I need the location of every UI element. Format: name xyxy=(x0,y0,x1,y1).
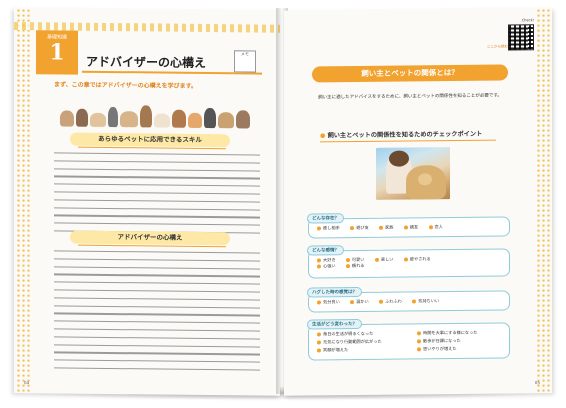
body-text-skills xyxy=(54,152,260,240)
check-box-label: 生活がどう変わった？ xyxy=(307,318,362,330)
checklist-title: ● 飼い主とペットの関係性を知るためのチェックポイント xyxy=(320,129,482,140)
right-page: Check! ここから読む 飼い主とペットの関係とは？ 飼い主に適したアドバイス… xyxy=(284,8,552,396)
check-box-label: ハグした時の感覚は？ xyxy=(307,286,362,298)
check-box-existence: どんな存在？ 癒し相手 遊び友 家族 親友 恋人 xyxy=(307,213,510,239)
animal-2-icon xyxy=(76,108,88,127)
check-option: 癒し相手 xyxy=(317,225,340,231)
section-banner: 飼い主とペットの関係とは？ xyxy=(312,64,508,83)
check-options-right: 時間を大事にする様になった 散歩が日課になった 思いやりが増えた xyxy=(417,330,486,355)
check-box-label: どんな存在？ xyxy=(307,213,344,224)
animal-11-icon xyxy=(218,112,234,129)
check-option: ふわふわ xyxy=(379,299,402,305)
check-option: 思いやりが増えた xyxy=(417,346,477,353)
animal-5-icon xyxy=(120,111,138,128)
check-option: 遊び友 xyxy=(350,225,369,231)
check-box-hug: ハグした時の感覚は？ 気分良い 温かい ふわふわ 気持ちいい xyxy=(307,286,510,313)
qr-label: Check! xyxy=(521,18,534,23)
chapter-title: アドバイザーの心構え xyxy=(86,54,207,71)
body-text-mindset xyxy=(54,250,260,377)
animal-7-icon xyxy=(154,113,170,128)
check-option: 温かい xyxy=(350,299,369,305)
bullet-icon: ● xyxy=(320,132,328,140)
check-option: 時間を大事にする様になった xyxy=(417,330,477,337)
section-heading-skills: あらゆるペットに応用できるスキル xyxy=(70,132,230,148)
check-option: 癒やされる xyxy=(404,256,431,262)
memo-box: メモ xyxy=(234,50,256,73)
animal-1-icon xyxy=(60,110,74,127)
check-options: 癒し相手 遊び友 家族 親友 恋人 xyxy=(317,224,452,231)
check-option: 楽しい xyxy=(375,257,394,263)
animal-4-icon xyxy=(108,106,118,128)
check-options: 大好き 可愛い 楽しい 癒やされる 心強い 頼れる xyxy=(317,256,440,269)
section-heading-mindset: アドバイザーの心構え xyxy=(70,230,230,246)
lead-text: まず、この章ではアドバイザーの心構えを学びます。 xyxy=(54,81,197,90)
checklist-underline xyxy=(320,139,496,143)
check-box-feeling: どんな感情？ 大好き 可愛い 楽しい 癒やされる 心強い 頼れる xyxy=(307,245,510,279)
intro-text: 飼い主に適したアドバイスをするために、飼い主とペットの関係性を知ることが必要です… xyxy=(318,93,502,101)
check-option: 笑顔が増えた xyxy=(317,347,382,354)
check-box-label: どんな感情？ xyxy=(307,245,344,256)
page-number-left: 04 xyxy=(24,380,30,386)
check-option: 毎日の生活が明るくなった xyxy=(317,331,382,338)
check-options-left: 毎日の生活が明るくなった 元気になり行動範囲が広がった 笑顔が増えた xyxy=(317,331,391,356)
animal-6-icon xyxy=(140,105,152,128)
open-book: 基礎知識 1 アドバイザーの心構え メモ まず、この章ではアドバイザーの心構えを… xyxy=(14,8,554,400)
check-option: 散歩が日課になった xyxy=(417,338,477,345)
check-option: 元気になり行動範囲が広がった xyxy=(317,339,382,346)
check-option: 家族 xyxy=(379,225,393,231)
qr-note: ここから読む xyxy=(487,44,508,49)
check-options: 気分良い 温かい ふわふわ 気持ちいい xyxy=(317,298,448,305)
check-option: 頼れる xyxy=(346,263,365,269)
section-underline-skills xyxy=(78,146,226,150)
animal-3-icon xyxy=(90,112,106,127)
check-option: 恋人 xyxy=(429,224,443,230)
page-number-right: 05 xyxy=(534,380,540,386)
left-page: 基礎知識 1 アドバイザーの心構え メモ まず、この章ではアドバイザーの心構えを… xyxy=(14,8,280,396)
chapter-number: 1 xyxy=(49,39,65,66)
check-option: 心強い xyxy=(317,263,336,269)
animal-12-icon xyxy=(236,110,250,129)
dot-border-left xyxy=(16,8,30,394)
animal-9-icon xyxy=(188,112,202,128)
section-underline-mindset xyxy=(78,244,226,248)
check-option: 親友 xyxy=(404,224,418,230)
animal-illustration xyxy=(60,100,258,129)
checklist-title-text: 飼い主とペットの関係性を知るためのチェックポイント xyxy=(327,130,483,140)
animal-8-icon xyxy=(172,109,186,128)
owner-and-dog-photo xyxy=(376,147,450,200)
check-box-life-change: 生活がどう変わった？ 毎日の生活が明るくなった 元気になり行動範囲が広がった 笑… xyxy=(307,318,510,361)
qr-code-icon xyxy=(508,24,534,51)
check-option: 気持ちいい xyxy=(412,298,439,304)
animal-10-icon xyxy=(204,107,216,129)
dot-border-right xyxy=(536,8,550,394)
chapter-box: 基礎知識 1 xyxy=(36,30,78,75)
check-option: 気分良い xyxy=(317,299,340,305)
